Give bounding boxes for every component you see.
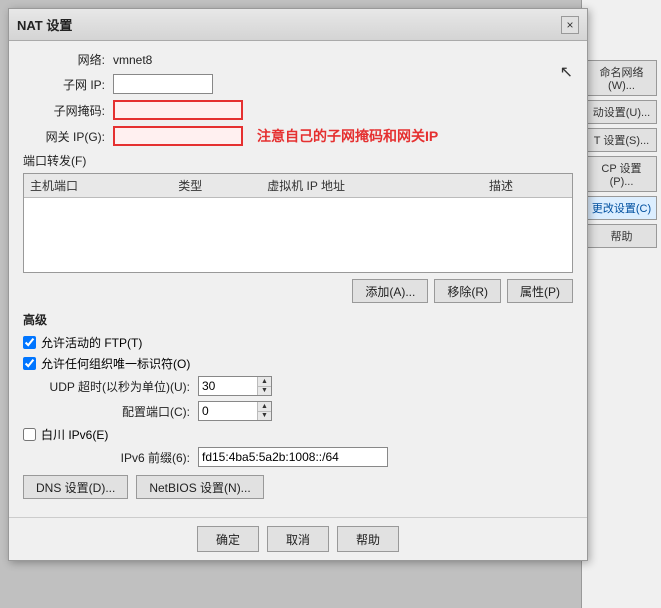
dialog-footer: 确定 取消 帮助 [9, 517, 587, 560]
config-port-spinner: ▲ ▼ [198, 401, 272, 421]
uuid-checkbox[interactable] [23, 357, 36, 370]
ipv6-prefix-row: IPv6 前缀(6): [23, 447, 573, 467]
ipv6-row: 白川 IPv6(E) [23, 426, 573, 443]
udp-spin-up[interactable]: ▲ [258, 377, 271, 387]
udp-spin-buttons: ▲ ▼ [257, 377, 271, 395]
remove-button[interactable]: 移除(R) [434, 279, 501, 303]
uuid-label: 允许任何组织唯一标识符(O) [41, 355, 190, 372]
gateway-label: 网关 IP(G): [23, 128, 113, 145]
auto-settings-btn[interactable]: 动设置(U)... [586, 100, 657, 124]
subnet-ip-label: 子网 IP: [23, 76, 113, 93]
col-type: 类型 [172, 174, 261, 198]
ok-button[interactable]: 确定 [197, 526, 259, 552]
dialog-titlebar: NAT 设置 × [9, 9, 587, 41]
netbios-settings-button[interactable]: NetBIOS 设置(N)... [136, 475, 263, 499]
config-port-label: 配置端口(C): [23, 403, 198, 420]
port-table: 主机端口 类型 虚拟机 IP 地址 描述 [24, 174, 572, 198]
network-label: 网络: [23, 51, 113, 68]
t-settings-btn[interactable]: T 设置(S)... [586, 128, 657, 152]
port-btn-row: 添加(A)... 移除(R) 属性(P) [23, 279, 573, 303]
subnet-mask-input[interactable] [113, 100, 243, 120]
bottom-btn-row: DNS 设置(D)... NetBIOS 设置(N)... [23, 475, 573, 499]
config-port-spin-down[interactable]: ▼ [258, 412, 271, 421]
config-port-spin-up[interactable]: ▲ [258, 402, 271, 412]
port-forwarding-label: 端口转发(F) [23, 152, 573, 169]
udp-row: UDP 超时(以秒为单位)(U): ▲ ▼ [23, 376, 573, 396]
ipv6-checkbox[interactable] [23, 428, 36, 441]
ipv6-prefix-label: IPv6 前缀(6): [23, 449, 198, 466]
subnet-mask-row: 子网掩码: [23, 100, 573, 120]
help-button[interactable]: 帮助 [337, 526, 399, 552]
config-port-input[interactable] [199, 402, 257, 420]
subnet-ip-row: 子网 IP: [23, 74, 573, 94]
help-bg-btn[interactable]: 帮助 [586, 224, 657, 248]
subnet-mask-label: 子网掩码: [23, 102, 113, 119]
col-desc: 描述 [483, 174, 572, 198]
dns-settings-button[interactable]: DNS 设置(D)... [23, 475, 128, 499]
network-row: 网络: vmnet8 [23, 51, 573, 68]
config-port-row: 配置端口(C): ▲ ▼ [23, 401, 573, 421]
network-value: vmnet8 [113, 53, 152, 67]
ipv6-label: 白川 IPv6(E) [41, 426, 108, 443]
close-button[interactable]: × [561, 16, 579, 34]
ipv6-prefix-input[interactable] [198, 447, 388, 467]
gateway-row: 网关 IP(G): 注意自己的子网掩码和网关IP [23, 126, 573, 146]
subnet-ip-input[interactable] [113, 74, 213, 94]
config-port-spin-buttons: ▲ ▼ [257, 402, 271, 420]
udp-spin-down[interactable]: ▼ [258, 387, 271, 396]
cancel-button[interactable]: 取消 [267, 526, 329, 552]
nat-settings-dialog: NAT 设置 × 网络: vmnet8 子网 IP: 子网掩码: 网关 IP(G… [8, 8, 588, 561]
bg-panel-buttons: 命名网络(W)... 动设置(U)... T 设置(S)... CP 设置(P)… [582, 0, 661, 252]
udp-spinner: ▲ ▼ [198, 376, 272, 396]
udp-label: UDP 超时(以秒为单位)(U): [23, 378, 198, 395]
properties-button[interactable]: 属性(P) [507, 279, 573, 303]
dialog-body: 网络: vmnet8 子网 IP: 子网掩码: 网关 IP(G): 注意自己的子… [9, 41, 587, 517]
col-vm-ip: 虚拟机 IP 地址 [261, 174, 483, 198]
uuid-row: 允许任何组织唯一标识符(O) [23, 355, 573, 372]
gateway-input[interactable] [113, 126, 243, 146]
annotation-text: 注意自己的子网掩码和网关IP [257, 126, 438, 146]
background-panel: 命名网络(W)... 动设置(U)... T 设置(S)... CP 设置(P)… [581, 0, 661, 608]
advanced-label: 高级 [23, 311, 573, 328]
naming-network-btn[interactable]: 命名网络(W)... [586, 60, 657, 96]
ftp-label: 允许活动的 FTP(T) [41, 334, 142, 351]
change-settings-btn[interactable]: 更改设置(C) [586, 196, 657, 220]
udp-input[interactable] [199, 377, 257, 395]
add-button[interactable]: 添加(A)... [352, 279, 428, 303]
cp-settings-btn[interactable]: CP 设置(P)... [586, 156, 657, 192]
dialog-title: NAT 设置 [17, 15, 72, 34]
col-host-port: 主机端口 [24, 174, 172, 198]
ftp-row: 允许活动的 FTP(T) [23, 334, 573, 351]
port-table-wrapper: 主机端口 类型 虚拟机 IP 地址 描述 [23, 173, 573, 273]
ftp-checkbox[interactable] [23, 336, 36, 349]
